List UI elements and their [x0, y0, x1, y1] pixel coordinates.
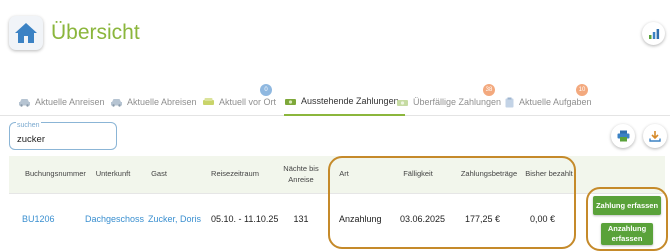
car-icon — [18, 98, 31, 107]
tab-label: Überfällige Zahlungen — [413, 97, 502, 107]
travel-period: 05.10. - 11.10.25 — [211, 214, 279, 224]
record-deposit-button[interactable]: Anzahlung erfassen — [601, 223, 653, 245]
column-header: Reisezeitraum — [211, 169, 259, 179]
home-button[interactable] — [9, 16, 43, 50]
download-icon — [649, 131, 661, 142]
booking-number-link[interactable]: BU1206 — [22, 212, 55, 226]
download-button[interactable] — [643, 124, 667, 148]
tab-bar: Aktuelle Anreisen Aktuelle Abreisen Aktu… — [0, 84, 670, 116]
tab-label: Aktuelle Abreisen — [127, 97, 197, 107]
column-header: Unterkunft — [95, 169, 131, 179]
print-button[interactable] — [611, 124, 635, 148]
tab-count-badge: 10 — [576, 84, 588, 96]
tab-aktuelle-aufgaben[interactable]: Aktuelle Aufgaben 10 — [504, 84, 592, 116]
column-header: Gast — [151, 169, 167, 179]
car-icon — [110, 98, 123, 107]
money-icon — [284, 97, 297, 106]
search-input[interactable]: suchen zucker — [9, 122, 117, 150]
tab-aktuell-vor-ort[interactable]: Aktuell vor Ort 0 — [202, 84, 277, 116]
tab-aktuelle-abreisen[interactable]: Aktuelle Abreisen — [110, 88, 197, 116]
sofa-icon — [202, 97, 215, 107]
clipboard-icon — [504, 97, 515, 108]
search-label: suchen — [16, 122, 41, 129]
statistics-button[interactable] — [642, 22, 665, 45]
tab-count-badge: 0 — [260, 84, 272, 96]
tab-label: Ausstehende Zahlungen — [301, 96, 399, 106]
column-header: Nächte bis Anreise — [283, 164, 319, 184]
nights-until-arrival: 131 — [293, 214, 309, 224]
money-icon — [396, 98, 409, 107]
search-value[interactable]: zucker — [17, 134, 45, 145]
tab-ueberfaellige-zahlungen[interactable]: Überfällige Zahlungen 38 — [396, 84, 502, 116]
printer-icon — [617, 130, 629, 142]
tab-count-badge: 38 — [483, 84, 495, 96]
home-icon — [15, 23, 37, 43]
tab-label: Aktuell vor Ort — [219, 97, 277, 107]
top-bar: Übersicht — [0, 0, 670, 62]
tab-ausstehende-zahlungen[interactable]: Ausstehende Zahlungen — [284, 88, 405, 116]
record-payment-button[interactable]: Zahlung erfassen — [593, 196, 661, 215]
tab-aktuelle-anreisen[interactable]: Aktuelle Anreisen — [18, 88, 105, 116]
accommodation-link[interactable]: Dachgeschoss — [85, 212, 144, 226]
bar-chart-icon — [648, 28, 659, 39]
guest-link[interactable]: Zucker, Doris — [148, 212, 201, 226]
tab-label: Aktuelle Aufgaben — [519, 97, 592, 107]
page-title: Übersicht — [51, 21, 140, 44]
payment-details-highlight — [328, 156, 576, 249]
tab-label: Aktuelle Anreisen — [35, 97, 105, 107]
